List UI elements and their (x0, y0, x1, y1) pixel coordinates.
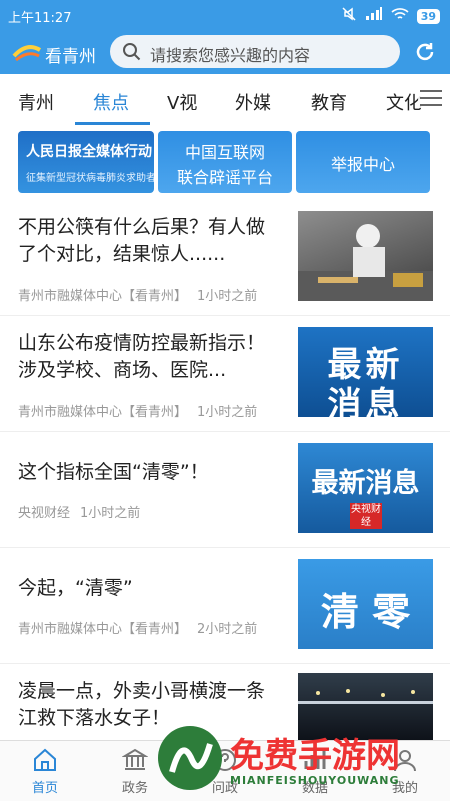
site-watermark: 免费手游网 MIANFEISHOUYOUWANG (158, 716, 448, 800)
thumb-headline: 最新消息 (311, 468, 420, 499)
refresh-icon[interactable] (413, 40, 437, 64)
status-icons: 39 (341, 6, 440, 26)
tab-focus[interactable]: 焦点 (93, 89, 129, 115)
search-input[interactable]: 请搜索您感兴趣的内容 (110, 35, 400, 68)
home-icon (34, 748, 56, 771)
mute-icon (341, 6, 357, 26)
wifi-icon (391, 7, 409, 25)
government-building-icon (122, 748, 148, 770)
news-time: 1小时之前 (80, 506, 141, 521)
news-item[interactable]: 山东公布疫情防控最新指示！涉及学校、商场、医院... 青州市融媒体中心【看青州】… (0, 316, 450, 432)
menu-icon[interactable] (418, 88, 444, 108)
app-name: 看青州 (45, 47, 96, 67)
banner-report-center[interactable]: 举报中心 (296, 131, 430, 193)
tab-education[interactable]: 教育 (311, 89, 347, 115)
thumb-headline: 清 零 (320, 590, 411, 634)
news-title: 不用公筷有什么后果？有人做了个对比，结果惊人...... (18, 216, 266, 265)
tab-video[interactable]: V视 (167, 89, 197, 115)
nav-home[interactable]: 首页 (15, 747, 75, 796)
nav-label: 首页 (31, 781, 58, 796)
banner-rumor-platform[interactable]: 中国互联网 联合辟谣平台 (158, 131, 292, 193)
news-item[interactable]: 今起，“清零” 青州市融媒体中心【看青州】 2小时之前 清 零 (0, 548, 450, 664)
search-icon (123, 43, 141, 61)
news-source: 青州市融媒体中心【看青州】 (18, 622, 188, 637)
feature-banners: 人民日报全媒体行动 征集新型冠状病毒肺炎求助者信息 中国互联网 联合辟谣平台 举… (0, 126, 450, 196)
news-time: 1小时之前 (197, 289, 258, 304)
news-title: 这个指标全国“清零”！ (18, 461, 209, 483)
watermark-logo-icon (158, 726, 222, 790)
tab-qingzhou[interactable]: 青州 (18, 89, 54, 115)
news-time: 1小时之前 (197, 405, 258, 420)
news-source: 青州市融媒体中心【看青州】 (18, 289, 188, 304)
news-thumbnail (298, 211, 433, 301)
kitchen-photo (298, 224, 433, 301)
app-header: 看青州 请搜索您感兴趣的内容 (0, 30, 450, 74)
news-meta: 青州市融媒体中心【看青州】 1小时之前 (18, 401, 267, 420)
news-item[interactable]: 不用公筷有什么后果？有人做了个对比，结果惊人...... 青州市融媒体中心【看青… (0, 200, 450, 316)
news-time: 2小时之前 (197, 622, 258, 637)
watermark-subtext: MIANFEISHOUYOUWANG (230, 774, 400, 787)
news-thumbnail: 清 零 (298, 559, 433, 649)
watermark-text: 免费手游网 (230, 736, 400, 776)
battery-indicator: 39 (416, 8, 440, 24)
news-thumbnail: 最新消息 (298, 327, 433, 417)
news-item[interactable]: 这个指标全国“清零”！ 央视财经 1小时之前 最新消息 央视财经 (0, 432, 450, 548)
news-source: 央视财经 (18, 506, 71, 521)
tab-culture[interactable]: 文化 (386, 89, 422, 115)
nav-government[interactable]: 政务 (105, 747, 165, 796)
news-title: 今起，“清零” (18, 577, 133, 599)
search-placeholder: 请搜索您感兴趣的内容 (150, 46, 311, 65)
banner-title: 举报中心 (330, 155, 395, 174)
app-logo-icon (12, 45, 42, 62)
news-meta: 青州市融媒体中心【看青州】 1小时之前 (18, 285, 267, 304)
news-meta: 央视财经 1小时之前 (18, 502, 150, 521)
banner-people-daily[interactable]: 人民日报全媒体行动 征集新型冠状病毒肺炎求助者信息 (18, 131, 154, 193)
banner-subtitle: 联合辟谣平台 (176, 168, 273, 187)
cctv-finance-badge: 央视财经 (350, 503, 382, 529)
thumb-headline: 最新消息 (327, 345, 404, 417)
news-thumbnail: 最新消息 央视财经 (298, 443, 433, 533)
signal-icon (365, 7, 383, 25)
news-title: 山东公布疫情防控最新指示！涉及学校、商场、医院... (18, 332, 266, 381)
tab-foreign-media[interactable]: 外媒 (235, 89, 271, 115)
news-meta: 青州市融媒体中心【看青州】 2小时之前 (18, 618, 267, 637)
status-bar: 上午11:27 39 (0, 0, 450, 30)
banner-subtitle: 征集新型冠状病毒肺炎求助者信息 (26, 173, 154, 184)
news-source: 青州市融媒体中心【看青州】 (18, 405, 188, 420)
nav-label: 政务 (121, 781, 148, 796)
active-tab-indicator (75, 122, 150, 125)
banner-title: 人民日报全媒体行动 (26, 144, 152, 160)
category-tabs: 青州 焦点 V视 外媒 教育 文化 (0, 74, 450, 124)
status-time: 上午11:27 (8, 11, 72, 26)
banner-title: 中国互联网 (184, 143, 265, 162)
